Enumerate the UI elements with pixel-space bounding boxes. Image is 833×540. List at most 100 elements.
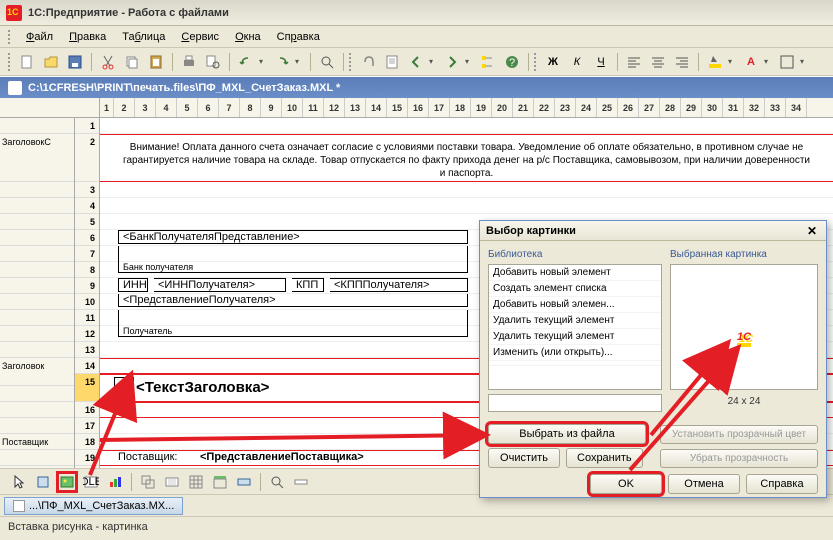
- page-setup-button[interactable]: [381, 51, 403, 73]
- col-header[interactable]: 13: [345, 98, 366, 117]
- textcolor-button[interactable]: А: [740, 51, 762, 73]
- col-header[interactable]: 12: [324, 98, 345, 117]
- nav-fwd-button[interactable]: [441, 51, 463, 73]
- underline-button[interactable]: Ч: [590, 51, 612, 73]
- scale-tool[interactable]: [290, 471, 312, 493]
- cell[interactable]: ИНН: [118, 278, 148, 292]
- border-button[interactable]: [776, 51, 798, 73]
- library-listbox[interactable]: Добавить новый элемент Создать элемент с…: [488, 264, 662, 390]
- help-button[interactable]: ?: [501, 51, 523, 73]
- tree-button[interactable]: [477, 51, 499, 73]
- headers-tool[interactable]: [209, 471, 231, 493]
- group-tool[interactable]: [137, 471, 159, 493]
- image-placeholder[interactable]: [114, 377, 134, 399]
- from-file-button[interactable]: Выбрать из файла: [488, 424, 646, 444]
- cut-button[interactable]: [97, 51, 119, 73]
- paste-button[interactable]: [145, 51, 167, 73]
- col-header[interactable]: 10: [282, 98, 303, 117]
- col-header[interactable]: 8: [240, 98, 261, 117]
- col-header[interactable]: 6: [198, 98, 219, 117]
- redo-dropdown[interactable]: ▾: [295, 57, 305, 66]
- cell[interactable]: КПП: [292, 278, 324, 292]
- cell[interactable]: <КПППолучателя>: [330, 278, 468, 292]
- col-header[interactable]: 27: [639, 98, 660, 117]
- col-header[interactable]: 11: [303, 98, 324, 117]
- close-icon[interactable]: ✕: [804, 224, 820, 238]
- cell[interactable]: <БанкПолучателяПредставление>: [118, 230, 468, 244]
- list-item[interactable]: Удалить текущий элемент: [489, 313, 661, 329]
- italic-button[interactable]: К: [566, 51, 588, 73]
- list-item[interactable]: Удалить текущий элемент: [489, 329, 661, 345]
- col-header[interactable]: 7: [219, 98, 240, 117]
- remove-transparent-button[interactable]: Убрать прозрачность: [660, 449, 818, 468]
- cancel-button[interactable]: Отмена: [668, 474, 740, 494]
- print-button[interactable]: [178, 51, 200, 73]
- undo-button[interactable]: [235, 51, 257, 73]
- list-item[interactable]: [489, 361, 661, 366]
- list-item[interactable]: Добавить новый элемент: [489, 265, 661, 281]
- col-header[interactable]: 31: [723, 98, 744, 117]
- col-header[interactable]: 16: [408, 98, 429, 117]
- col-header[interactable]: 30: [702, 98, 723, 117]
- attach-button[interactable]: [357, 51, 379, 73]
- redo-button[interactable]: [271, 51, 293, 73]
- col-header[interactable]: 19: [471, 98, 492, 117]
- clear-button[interactable]: Очистить: [488, 448, 560, 468]
- col-header[interactable]: 2: [114, 98, 135, 117]
- col-header[interactable]: 25: [597, 98, 618, 117]
- column-ruler[interactable]: 1 2 3 4 5 6 7 8 9 10 11 12 13 14 15 16 1…: [0, 98, 833, 118]
- col-header[interactable]: 24: [576, 98, 597, 117]
- open-button[interactable]: [40, 51, 62, 73]
- heading-cell[interactable]: <ТекстЗаголовка>: [136, 379, 269, 396]
- align-center-button[interactable]: [647, 51, 669, 73]
- list-item[interactable]: Изменить (или открыть)...: [489, 345, 661, 361]
- col-header[interactable]: 18: [450, 98, 471, 117]
- save-image-button[interactable]: Сохранить: [566, 448, 643, 468]
- new-button[interactable]: [16, 51, 38, 73]
- cell[interactable]: <ПредставлениеПолучателя>: [118, 294, 468, 307]
- col-header[interactable]: 32: [744, 98, 765, 117]
- picture-tool[interactable]: [56, 471, 78, 493]
- help-button[interactable]: Справка: [746, 474, 818, 494]
- search-button[interactable]: [316, 51, 338, 73]
- menu-service[interactable]: Сервис: [175, 29, 225, 45]
- grid-tool[interactable]: [185, 471, 207, 493]
- col-header[interactable]: 5: [177, 98, 198, 117]
- col-header[interactable]: 17: [429, 98, 450, 117]
- bgcolor-button[interactable]: [704, 51, 726, 73]
- cell[interactable]: <ИННПолучателя>: [154, 278, 286, 292]
- col-header[interactable]: 28: [660, 98, 681, 117]
- ok-button[interactable]: OK: [590, 474, 662, 494]
- names-tool[interactable]: [161, 471, 183, 493]
- menu-file[interactable]: Файл: [20, 29, 59, 45]
- merge-tool[interactable]: [233, 471, 255, 493]
- col-header[interactable]: 34: [786, 98, 807, 117]
- cell[interactable]: Банк получателя: [118, 262, 468, 273]
- zoom-tool[interactable]: [266, 471, 288, 493]
- menu-help[interactable]: Справка: [271, 29, 326, 45]
- copy-button[interactable]: [121, 51, 143, 73]
- set-transparent-button[interactable]: Установить прозрачный цвет: [660, 425, 818, 444]
- align-right-button[interactable]: [671, 51, 693, 73]
- library-input[interactable]: [488, 394, 662, 412]
- col-header[interactable]: 14: [366, 98, 387, 117]
- ole-tool[interactable]: OLE: [80, 471, 102, 493]
- col-header[interactable]: 1: [100, 98, 114, 117]
- col-header[interactable]: 9: [261, 98, 282, 117]
- col-header[interactable]: 22: [534, 98, 555, 117]
- align-left-button[interactable]: [623, 51, 645, 73]
- menu-edit[interactable]: Правка: [63, 29, 112, 45]
- cell[interactable]: Поставщик:: [118, 451, 177, 463]
- menu-table[interactable]: Таблица: [116, 29, 171, 45]
- save-button[interactable]: [64, 51, 86, 73]
- nav-back-button[interactable]: [405, 51, 427, 73]
- pointer-tool[interactable]: [8, 471, 30, 493]
- col-header[interactable]: 4: [156, 98, 177, 117]
- col-header[interactable]: 21: [513, 98, 534, 117]
- print-preview-button[interactable]: [202, 51, 224, 73]
- col-header[interactable]: 20: [492, 98, 513, 117]
- list-item[interactable]: Создать элемент списка: [489, 281, 661, 297]
- bold-button[interactable]: Ж: [542, 51, 564, 73]
- menu-windows[interactable]: Окна: [229, 29, 267, 45]
- list-item[interactable]: Добавить новый элемен...: [489, 297, 661, 313]
